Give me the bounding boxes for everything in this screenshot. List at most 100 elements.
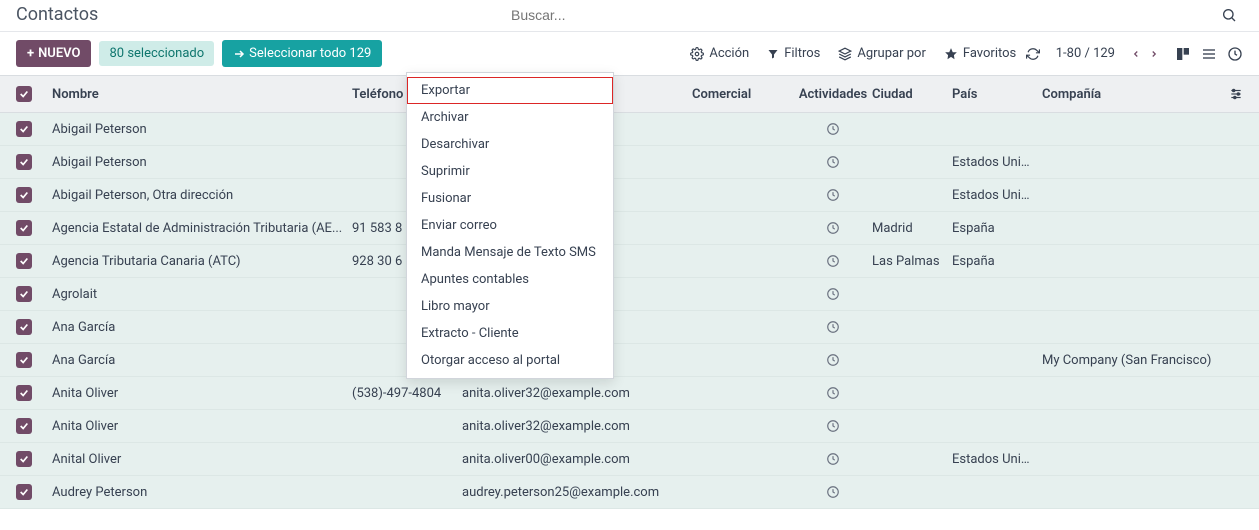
- clock-icon[interactable]: [826, 386, 840, 400]
- clock-icon[interactable]: [826, 353, 840, 367]
- table-row[interactable]: Anita Oliver(538)-497-4804anita.oliver32…: [0, 377, 1259, 410]
- action-menu-item[interactable]: Enviar correo: [407, 212, 613, 239]
- table-row[interactable]: Anital Oliveranita.oliver00@example.comE…: [0, 443, 1259, 476]
- clock-icon[interactable]: [826, 287, 840, 301]
- cell-company: My Company (San Francisco): [1042, 353, 1222, 368]
- table-row[interactable]: Agencia Estatal de Administración Tribut…: [0, 212, 1259, 245]
- plus-icon: +: [27, 46, 34, 61]
- row-checkbox[interactable]: [16, 253, 32, 269]
- column-header-activities[interactable]: Actividades: [802, 87, 872, 102]
- action-menu-item[interactable]: Libro mayor: [407, 293, 613, 320]
- cell-name: Abigail Peterson: [52, 155, 352, 170]
- action-menu-item[interactable]: Archivar: [407, 104, 613, 131]
- cell-country: Estados Unid...: [952, 188, 1042, 203]
- groupby-label: Agrupar por: [857, 46, 925, 61]
- pager-next[interactable]: [1149, 47, 1159, 61]
- cell-name: Abigail Peterson: [52, 122, 352, 137]
- filters-label: Filtros: [784, 46, 820, 61]
- clock-icon[interactable]: [826, 254, 840, 268]
- select-all-button[interactable]: Seleccionar todo 129: [222, 40, 382, 67]
- kanban-view-icon[interactable]: [1175, 46, 1191, 62]
- action-dropdown-button[interactable]: Acción: [690, 46, 749, 61]
- new-button-label: NUEVO: [38, 46, 80, 61]
- pager-prev[interactable]: [1131, 47, 1141, 61]
- cell-city: Las Palmas: [872, 254, 952, 269]
- action-menu-item[interactable]: Suprimir: [407, 158, 613, 185]
- cell-name: Ana García: [52, 320, 352, 335]
- row-checkbox[interactable]: [16, 187, 32, 203]
- table-row[interactable]: Agrolait: [0, 278, 1259, 311]
- select-all-checkbox[interactable]: [16, 86, 32, 102]
- column-header-name[interactable]: Nombre: [52, 87, 352, 102]
- clock-icon[interactable]: [826, 155, 840, 169]
- row-checkbox[interactable]: [16, 319, 32, 335]
- new-button[interactable]: + NUEVO: [16, 40, 91, 67]
- cell-name: Anital Oliver: [52, 452, 352, 467]
- arrow-right-icon: [233, 48, 245, 60]
- favorites-label: Favoritos: [963, 46, 1016, 61]
- table-row[interactable]: Abigail Petersonple.com: [0, 113, 1259, 146]
- cell-country: Estados Unid...: [952, 155, 1042, 170]
- cell-country: España: [952, 254, 1042, 269]
- select-all-label: Seleccionar todo 129: [249, 46, 371, 61]
- favorites-button[interactable]: Favoritos: [944, 46, 1016, 61]
- row-checkbox[interactable]: [16, 352, 32, 368]
- row-checkbox[interactable]: [16, 484, 32, 500]
- action-menu-item[interactable]: Apuntes contables: [407, 266, 613, 293]
- cell-email: anita.oliver32@example.com: [462, 419, 692, 434]
- row-checkbox[interactable]: [16, 418, 32, 434]
- clock-icon[interactable]: [826, 188, 840, 202]
- cell-email: anita.oliver32@example.com: [462, 386, 692, 401]
- row-checkbox[interactable]: [16, 220, 32, 236]
- clock-icon[interactable]: [826, 452, 840, 466]
- groupby-button[interactable]: Agrupar por: [838, 46, 925, 61]
- cell-city: Madrid: [872, 221, 952, 236]
- column-options-icon[interactable]: [1229, 87, 1243, 101]
- clock-icon[interactable]: [826, 122, 840, 136]
- grid-header: Nombre Teléfono Comercial Actividades Ci…: [0, 75, 1259, 113]
- cell-country: Estados Unid...: [952, 452, 1042, 467]
- table-row[interactable]: Agencia Tributaria Canaria (ATC)928 30 6…: [0, 245, 1259, 278]
- table-row[interactable]: Abigail Petersonple.comEstados Unid...: [0, 146, 1259, 179]
- table-row[interactable]: Abigail Peterson, Otra direcciónEstados …: [0, 179, 1259, 212]
- search-icon[interactable]: [1221, 7, 1243, 23]
- column-header-country[interactable]: País: [952, 87, 1042, 102]
- table-row[interactable]: Audrey Petersonaudrey.peterson25@example…: [0, 476, 1259, 509]
- action-menu-item[interactable]: Manda Mensaje de Texto SMS: [407, 239, 613, 266]
- action-dropdown-menu: ExportarArchivarDesarchivarSuprimirFusio…: [406, 72, 614, 379]
- cell-name: Audrey Peterson: [52, 485, 352, 500]
- table-row[interactable]: Anita Oliveranita.oliver32@example.com: [0, 410, 1259, 443]
- action-menu-item[interactable]: Otorgar acceso al portal: [407, 347, 613, 374]
- search-input[interactable]: [511, 7, 1221, 23]
- cell-name: Anita Oliver: [52, 386, 352, 401]
- table-row[interactable]: Ana Garcíaana.garcia@example.comMy Compa…: [0, 344, 1259, 377]
- list-view-icon[interactable]: [1201, 46, 1217, 62]
- cell-phone: (538)-497-4804: [352, 386, 462, 401]
- action-label: Acción: [709, 46, 749, 61]
- column-header-comercial[interactable]: Comercial: [692, 87, 802, 102]
- refresh-icon[interactable]: [1026, 47, 1040, 61]
- clock-icon[interactable]: [826, 485, 840, 499]
- star-icon: [944, 47, 958, 61]
- action-menu-item[interactable]: Exportar: [407, 77, 613, 104]
- clock-icon[interactable]: [826, 419, 840, 433]
- page-title: Contactos: [16, 4, 511, 25]
- row-checkbox[interactable]: [16, 286, 32, 302]
- row-checkbox[interactable]: [16, 385, 32, 401]
- cell-name: Agencia Estatal de Administración Tribut…: [52, 221, 352, 236]
- filters-button[interactable]: Filtros: [767, 46, 820, 61]
- row-checkbox[interactable]: [16, 154, 32, 170]
- clock-icon[interactable]: [826, 320, 840, 334]
- table-row[interactable]: Ana García: [0, 311, 1259, 344]
- column-header-company[interactable]: Compañía: [1042, 87, 1222, 102]
- action-menu-item[interactable]: Desarchivar: [407, 131, 613, 158]
- cell-country: España: [952, 221, 1042, 236]
- column-header-city[interactable]: Ciudad: [872, 87, 952, 102]
- action-menu-item[interactable]: Extracto - Cliente: [407, 320, 613, 347]
- row-checkbox[interactable]: [16, 121, 32, 137]
- layers-icon: [838, 47, 852, 61]
- clock-icon[interactable]: [826, 221, 840, 235]
- row-checkbox[interactable]: [16, 451, 32, 467]
- action-menu-item[interactable]: Fusionar: [407, 185, 613, 212]
- activity-view-icon[interactable]: [1227, 46, 1243, 62]
